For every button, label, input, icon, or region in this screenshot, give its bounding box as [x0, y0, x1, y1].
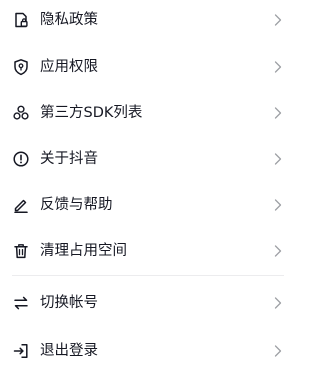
menu-item-label: 第三方SDK列表: [40, 105, 143, 121]
menu-item-label: 应用权限: [40, 59, 98, 75]
menu-item-app-permissions[interactable]: 应用权限: [0, 47, 296, 87]
chevron-right-icon: [274, 61, 282, 73]
pencil-feedback-icon: [14, 199, 28, 214]
shield-location-icon: [14, 59, 28, 76]
menu-item-about-douyin[interactable]: 关于抖音: [0, 139, 296, 179]
menu-item-label: 切换帐号: [40, 295, 98, 311]
chevron-right-icon: [274, 245, 282, 257]
menu-item-switch-account[interactable]: 切换帐号: [0, 283, 296, 323]
chevron-right-icon: [274, 153, 282, 165]
privacy-policy-icon: [15, 12, 28, 28]
trash-icon: [14, 244, 28, 259]
chevron-right-icon: [274, 345, 282, 357]
menu-item-logout[interactable]: 退出登录: [0, 331, 296, 371]
logout-icon: [13, 344, 28, 358]
menu-item-clear-storage[interactable]: 清理占用空间: [0, 231, 296, 271]
chevron-right-icon: [274, 107, 282, 119]
settings-screen: 隐私政策 应用权限 第三方SDK列表 关于抖音 反馈与帮助 清理占用空间 切换帐…: [0, 0, 296, 377]
menu-item-label: 关于抖音: [40, 151, 98, 167]
menu-item-label: 隐私政策: [40, 12, 98, 28]
chevron-right-icon: [274, 199, 282, 211]
chevron-right-icon: [274, 297, 282, 309]
menu-item-feedback-and-help[interactable]: 反馈与帮助: [0, 185, 296, 225]
info-exclamation-icon: [13, 151, 29, 167]
menu-item-label: 反馈与帮助: [40, 197, 113, 213]
switch-arrows-icon: [14, 296, 28, 310]
menu-item-third-party-sdk-list[interactable]: 第三方SDK列表: [0, 93, 296, 133]
menu-item-privacy-policy[interactable]: 隐私政策: [0, 0, 296, 40]
menu-item-label: 退出登录: [40, 343, 98, 359]
section-divider: [12, 275, 284, 276]
sdk-cluster-icon: [13, 105, 29, 120]
chevron-right-icon: [274, 14, 282, 26]
menu-item-label: 清理占用空间: [40, 243, 127, 259]
